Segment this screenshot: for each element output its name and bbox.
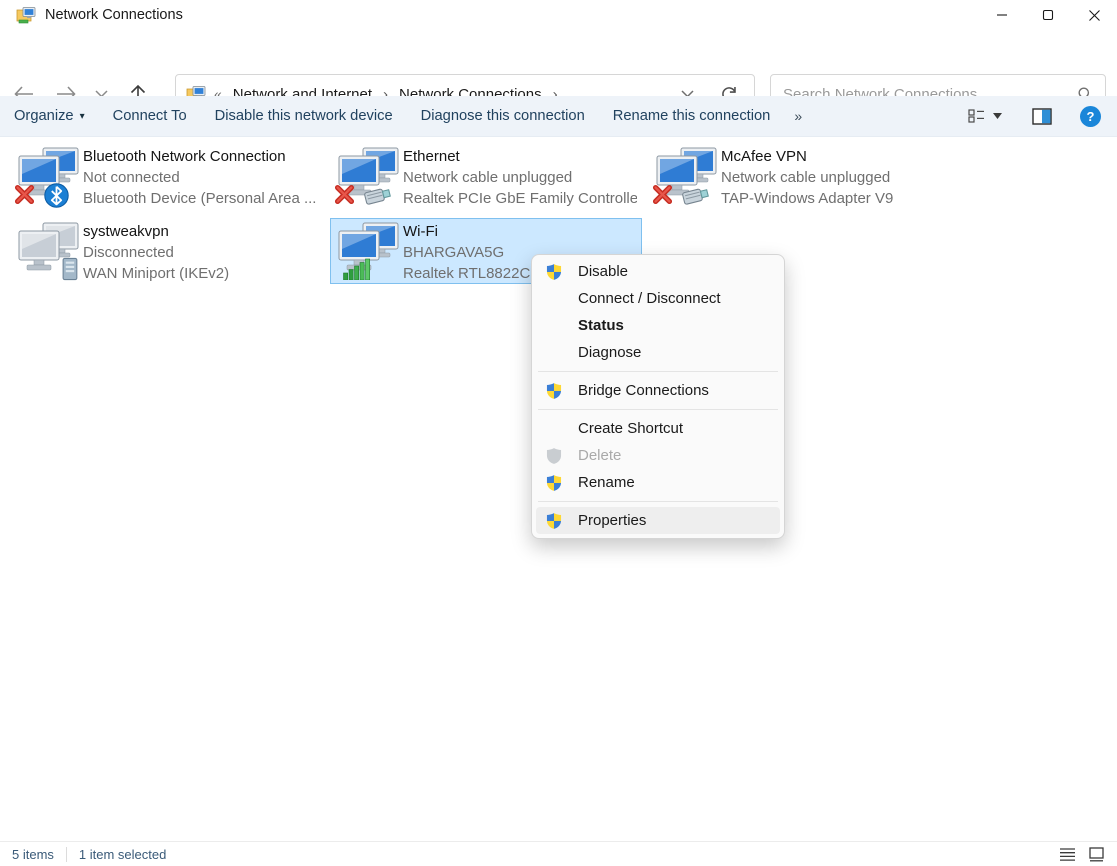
- uac-shield-icon: [545, 382, 563, 400]
- preview-pane-button[interactable]: [1032, 108, 1052, 125]
- app-icon: [16, 5, 36, 25]
- connection-device: Realtek PCIe GbE Family Controller: [403, 188, 637, 209]
- connection-status: Not connected: [83, 167, 317, 188]
- menu-separator: [538, 409, 778, 410]
- details-view-icon: [968, 108, 985, 124]
- organize-label: Organize: [14, 108, 74, 124]
- menu-item-delete: Delete: [536, 442, 780, 469]
- uac-shield-disabled-icon: [545, 447, 563, 465]
- menu-item-label: Create Shortcut: [578, 420, 683, 437]
- uac-shield-icon: [545, 512, 563, 530]
- menu-item-status[interactable]: Status: [536, 312, 780, 339]
- title-bar: Network Connections: [0, 0, 1117, 30]
- network-adapter-icon: [656, 147, 720, 205]
- connection-name: Bluetooth Network Connection: [83, 146, 317, 167]
- menu-item-label: Bridge Connections: [578, 382, 709, 399]
- maximize-button[interactable]: [1025, 0, 1071, 30]
- connection-tile-mcafee-vpn[interactable]: McAfee VPN Network cable unplugged TAP-W…: [648, 143, 960, 209]
- menu-separator: [538, 501, 778, 502]
- error-x-icon: [13, 183, 36, 206]
- network-adapter-icon: [338, 222, 402, 280]
- connection-name: McAfee VPN: [721, 146, 955, 167]
- connection-status: Network cable unplugged: [721, 167, 955, 188]
- menu-item-label: Disable: [578, 263, 628, 280]
- network-adapter-icon: [338, 147, 402, 205]
- items-count: 5 items: [0, 847, 66, 862]
- error-x-icon: [333, 183, 356, 206]
- list-view-button[interactable]: [1059, 847, 1076, 862]
- command-toolbar: Organize ▾ Connect To Disable this netwo…: [0, 96, 1117, 137]
- menu-item-properties[interactable]: Properties: [536, 507, 780, 534]
- organize-menu-button[interactable]: Organize ▾: [0, 96, 99, 137]
- error-x-icon: [651, 183, 674, 206]
- minimize-button[interactable]: [979, 0, 1025, 30]
- menu-item-label: Diagnose: [578, 344, 641, 361]
- connection-status: Disconnected: [83, 242, 317, 263]
- context-menu: Disable Connect / Disconnect Status Diag…: [531, 254, 785, 539]
- icons-view-button[interactable]: [1088, 847, 1105, 862]
- connection-name: Ethernet: [403, 146, 637, 167]
- selection-count: 1 item selected: [67, 847, 178, 862]
- connection-name: systweakvpn: [83, 221, 317, 242]
- menu-item-label: Rename: [578, 474, 635, 491]
- menu-item-connect-disconnect[interactable]: Connect / Disconnect: [536, 285, 780, 312]
- connection-tile-bluetooth[interactable]: Bluetooth Network Connection Not connect…: [10, 143, 322, 209]
- network-adapter-icon: [18, 147, 82, 205]
- minimize-icon: [996, 9, 1008, 21]
- wifi-signal-icon: [343, 257, 373, 280]
- close-button[interactable]: [1071, 0, 1117, 30]
- menu-item-rename[interactable]: Rename: [536, 469, 780, 496]
- help-icon: ?: [1087, 109, 1095, 124]
- menu-separator: [538, 371, 778, 372]
- navigation-bar: « Network and Internet › Network Connect…: [0, 30, 1117, 96]
- preview-pane-icon: [1032, 108, 1052, 125]
- disable-device-button[interactable]: Disable this network device: [201, 96, 407, 137]
- menu-item-label: Delete: [578, 447, 621, 464]
- view-options-button[interactable]: [968, 108, 1002, 124]
- menu-item-bridge-connections[interactable]: Bridge Connections: [536, 377, 780, 404]
- close-icon: [1088, 9, 1101, 22]
- status-bar: 5 items 1 item selected: [0, 841, 1117, 866]
- menu-item-label: Properties: [578, 512, 646, 529]
- uac-shield-icon: [545, 263, 563, 281]
- network-adapter-icon: [18, 222, 82, 280]
- connection-status: Network cable unplugged: [403, 167, 637, 188]
- window-title: Network Connections: [45, 7, 183, 23]
- rename-connection-button[interactable]: Rename this connection: [599, 96, 785, 137]
- organize-dropdown-icon: ▾: [80, 111, 85, 122]
- vpn-device-icon: [61, 256, 80, 282]
- maximize-icon: [1042, 9, 1054, 21]
- connection-tile-systweakvpn[interactable]: systweakvpn Disconnected WAN Miniport (I…: [10, 218, 322, 284]
- uac-shield-icon: [545, 474, 563, 492]
- ethernet-plug-icon: [681, 184, 713, 206]
- connect-to-button[interactable]: Connect To: [99, 96, 201, 137]
- help-button[interactable]: ?: [1080, 106, 1101, 127]
- connection-device: Bluetooth Device (Personal Area ...: [83, 188, 317, 209]
- ethernet-plug-icon: [363, 184, 395, 206]
- menu-item-label: Status: [578, 317, 624, 334]
- connection-name: Wi-Fi: [403, 221, 637, 242]
- connection-tile-ethernet[interactable]: Ethernet Network cable unplugged Realtek…: [330, 143, 642, 209]
- connection-device: TAP-Windows Adapter V9: [721, 188, 955, 209]
- view-options-dropdown-icon: [993, 113, 1002, 119]
- menu-item-create-shortcut[interactable]: Create Shortcut: [536, 415, 780, 442]
- toolbar-overflow-button[interactable]: »: [784, 108, 812, 124]
- diagnose-connection-button[interactable]: Diagnose this connection: [407, 96, 599, 137]
- connection-device: WAN Miniport (IKEv2): [83, 263, 317, 284]
- bluetooth-icon: [44, 183, 69, 208]
- menu-item-disable[interactable]: Disable: [536, 258, 780, 285]
- menu-item-label: Connect / Disconnect: [578, 290, 721, 307]
- menu-item-diagnose[interactable]: Diagnose: [536, 339, 780, 366]
